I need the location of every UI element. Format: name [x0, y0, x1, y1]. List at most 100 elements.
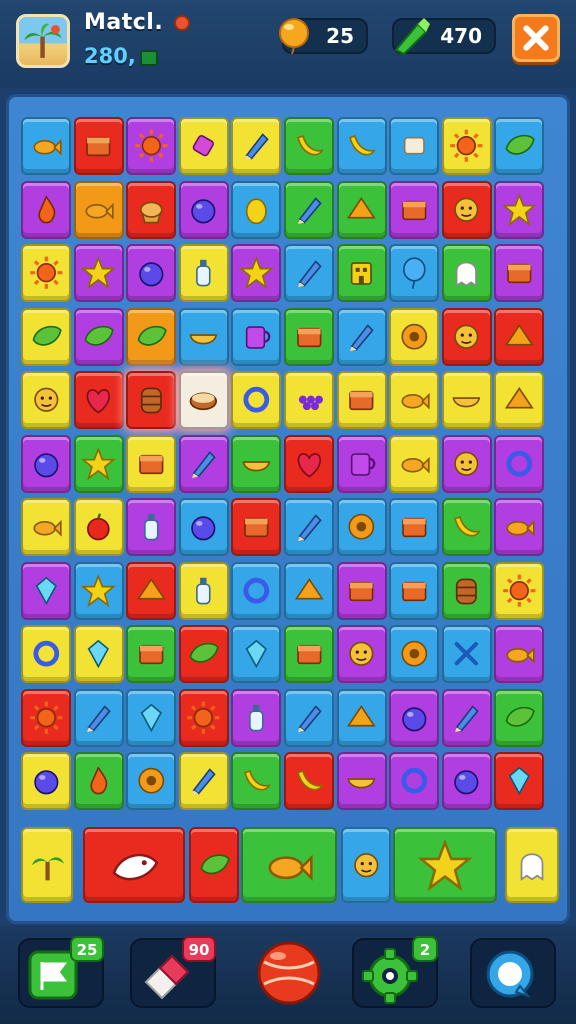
game-tile[interactable]: [231, 752, 282, 810]
game-tile[interactable]: [441, 244, 492, 302]
game-tile[interactable]: [178, 117, 229, 175]
game-tile[interactable]: [389, 498, 440, 556]
game-tile[interactable]: [126, 244, 177, 302]
game-tile[interactable]: [231, 371, 282, 429]
game-tile[interactable]: [73, 752, 124, 810]
game-tile[interactable]: [21, 752, 71, 810]
game-tile[interactable]: [73, 180, 124, 239]
bottom-tile[interactable]: [341, 827, 391, 903]
game-tile[interactable]: [494, 688, 545, 747]
game-tile[interactable]: [126, 625, 177, 683]
game-tile[interactable]: [336, 371, 387, 429]
game-tile[interactable]: [494, 180, 545, 239]
game-tile[interactable]: [336, 752, 387, 810]
game-tile[interactable]: [73, 561, 124, 620]
game-tile[interactable]: [178, 244, 229, 302]
game-tile[interactable]: [21, 434, 71, 493]
game-tile[interactable]: [126, 434, 177, 493]
game-tile[interactable]: [441, 117, 492, 175]
game-tile[interactable]: [441, 498, 492, 556]
game-tile[interactable]: [441, 307, 492, 366]
game-tile[interactable]: [73, 117, 124, 175]
game-tile[interactable]: [73, 371, 124, 429]
game-tile[interactable]: [231, 561, 282, 620]
game-tile[interactable]: [178, 371, 229, 429]
game-tile[interactable]: [126, 117, 177, 175]
eraser-booster-button[interactable]: 90: [130, 936, 216, 1008]
game-tile[interactable]: [231, 117, 282, 175]
game-tile[interactable]: [284, 371, 334, 429]
game-tile[interactable]: [73, 244, 124, 302]
game-tile[interactable]: [336, 688, 387, 747]
game-tile[interactable]: [231, 180, 282, 239]
game-tile[interactable]: [494, 371, 545, 429]
game-tile[interactable]: [178, 752, 229, 810]
game-tile[interactable]: [494, 561, 545, 620]
game-tile[interactable]: [126, 752, 177, 810]
game-tile[interactable]: [389, 434, 440, 493]
game-tile[interactable]: [21, 117, 71, 175]
game-tile[interactable]: [284, 434, 334, 493]
game-tile[interactable]: [231, 625, 282, 683]
game-tile[interactable]: [389, 688, 440, 747]
game-tile[interactable]: [231, 498, 282, 556]
game-tile[interactable]: [73, 625, 124, 683]
game-tile[interactable]: [336, 561, 387, 620]
bottom-tile[interactable]: [393, 827, 497, 903]
game-tile[interactable]: [21, 244, 71, 302]
game-tile[interactable]: [336, 434, 387, 493]
game-tile[interactable]: [126, 180, 177, 239]
game-tile[interactable]: [441, 688, 492, 747]
game-tile[interactable]: [126, 498, 177, 556]
game-tile[interactable]: [73, 434, 124, 493]
game-tile[interactable]: [389, 371, 440, 429]
game-tile[interactable]: [494, 752, 545, 810]
ball-icon[interactable]: [256, 940, 322, 1006]
game-tile[interactable]: [284, 244, 334, 302]
game-tile[interactable]: [494, 498, 545, 556]
game-tile[interactable]: [21, 498, 71, 556]
game-tile[interactable]: [336, 625, 387, 683]
game-tile[interactable]: [284, 180, 334, 239]
bottom-tile[interactable]: [189, 827, 239, 903]
game-tile[interactable]: [284, 498, 334, 556]
game-tile[interactable]: [284, 307, 334, 366]
bottom-tile[interactable]: [21, 827, 73, 903]
game-tile[interactable]: [21, 625, 71, 683]
game-tile[interactable]: [178, 688, 229, 747]
game-tile[interactable]: [231, 688, 282, 747]
game-tile[interactable]: [231, 244, 282, 302]
game-tile[interactable]: [284, 561, 334, 620]
game-tile[interactable]: [73, 307, 124, 366]
game-tile[interactable]: [178, 307, 229, 366]
bottom-tile[interactable]: [83, 827, 185, 903]
game-tile[interactable]: [284, 688, 334, 747]
game-tile[interactable]: [494, 434, 545, 493]
game-tile[interactable]: [178, 434, 229, 493]
game-tile[interactable]: [21, 307, 71, 366]
bubble-booster-button[interactable]: [470, 938, 556, 1008]
game-tile[interactable]: [73, 498, 124, 556]
game-tile[interactable]: [231, 434, 282, 493]
close-button[interactable]: [512, 14, 560, 62]
game-tile[interactable]: [21, 688, 71, 747]
game-tile[interactable]: [441, 561, 492, 620]
game-tile[interactable]: [389, 180, 440, 239]
game-tile[interactable]: [389, 307, 440, 366]
game-tile[interactable]: [441, 180, 492, 239]
game-tile[interactable]: [441, 625, 492, 683]
game-tile[interactable]: [21, 371, 71, 429]
game-tile[interactable]: [389, 117, 440, 175]
game-tile[interactable]: [126, 688, 177, 747]
game-tile[interactable]: [494, 244, 545, 302]
gear-booster-button[interactable]: 2: [352, 936, 438, 1008]
game-tile[interactable]: [441, 752, 492, 810]
game-tile[interactable]: [178, 180, 229, 239]
game-tile[interactable]: [231, 307, 282, 366]
game-tile[interactable]: [389, 752, 440, 810]
game-tile[interactable]: [21, 180, 71, 239]
game-tile[interactable]: [284, 625, 334, 683]
game-tile[interactable]: [284, 117, 334, 175]
game-tile[interactable]: [336, 244, 387, 302]
game-tile[interactable]: [336, 498, 387, 556]
